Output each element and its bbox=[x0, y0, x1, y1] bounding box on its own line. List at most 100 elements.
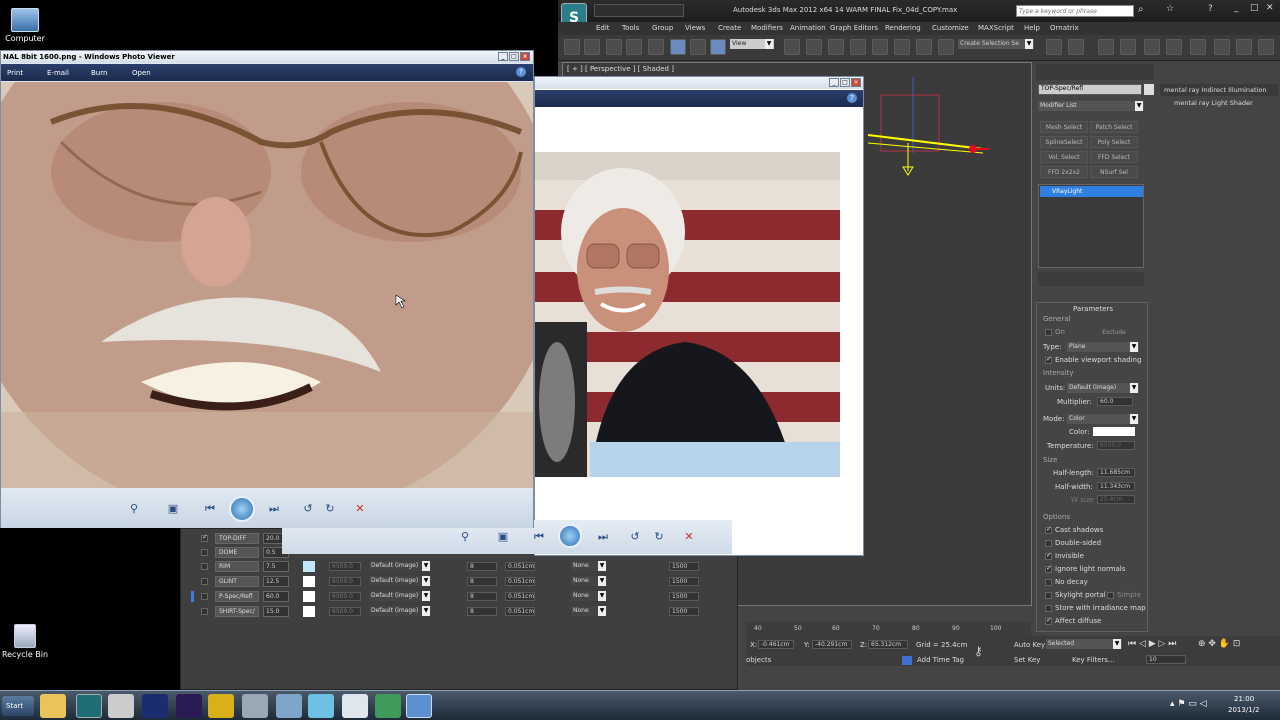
menu-animation[interactable]: Animation bbox=[790, 24, 826, 32]
actual-size-icon[interactable]: ▣ bbox=[496, 530, 510, 544]
select-icon[interactable] bbox=[606, 39, 622, 55]
render-icon[interactable] bbox=[1258, 39, 1274, 55]
region-select-icon[interactable] bbox=[626, 39, 642, 55]
layer-icon[interactable] bbox=[1098, 39, 1114, 55]
ignore-light-normals-checkbox[interactable] bbox=[1045, 564, 1052, 573]
menu-ornatrix[interactable]: Ornatrix bbox=[1050, 24, 1079, 32]
light-on-checkbox[interactable] bbox=[201, 563, 208, 570]
light-resolution[interactable]: 1500 bbox=[669, 562, 699, 571]
maximize-button[interactable]: □ bbox=[509, 52, 519, 61]
explorer-icon[interactable] bbox=[40, 694, 66, 718]
align-icon[interactable] bbox=[1068, 39, 1084, 55]
menu-email[interactable]: E-mail bbox=[47, 69, 69, 77]
light-units-dropdown[interactable]: Default (image) bbox=[369, 561, 431, 571]
light-name[interactable]: SHIRT-Spec/ bbox=[215, 606, 259, 617]
light-temperature[interactable]: 6500.0 bbox=[329, 592, 361, 601]
curve-editor-icon[interactable] bbox=[1144, 39, 1160, 55]
light-on-checkbox[interactable] bbox=[201, 578, 208, 585]
window-crossing-icon[interactable] bbox=[648, 39, 664, 55]
delete-icon[interactable]: ✕ bbox=[682, 530, 696, 544]
light-resolution[interactable]: 1500 bbox=[669, 607, 699, 616]
help-icon[interactable]: ? bbox=[1208, 4, 1213, 14]
next-icon[interactable]: ⏭ bbox=[596, 530, 610, 544]
light-color-swatch[interactable] bbox=[303, 561, 315, 572]
y-coordinate-field[interactable]: -40.291cm bbox=[812, 640, 852, 649]
mode-dropdown[interactable]: Color bbox=[1067, 414, 1139, 424]
schematic-view-icon[interactable] bbox=[1166, 39, 1182, 55]
maximize-button[interactable]: □ bbox=[840, 78, 850, 87]
photo-viewer-taskbar-icon[interactable] bbox=[406, 694, 432, 718]
light-resolution[interactable]: 1500 bbox=[669, 592, 699, 601]
light-temperature[interactable]: 6500.0 bbox=[329, 577, 361, 586]
render-setup-icon[interactable] bbox=[1214, 39, 1230, 55]
search-icon[interactable]: ⌕ bbox=[1138, 4, 1144, 15]
menu-tools[interactable]: Tools bbox=[622, 24, 639, 32]
time-slider-ruler[interactable]: 40 50 60 70 80 90 100 bbox=[746, 622, 1031, 636]
invisible-checkbox[interactable] bbox=[1045, 551, 1052, 560]
light-subdivs[interactable]: 8 bbox=[467, 592, 497, 601]
zoom-icon[interactable]: ⚲ bbox=[458, 530, 472, 544]
ffd-select-button[interactable]: FFD Select bbox=[1090, 151, 1138, 163]
light-name[interactable]: RIM bbox=[215, 561, 259, 572]
light-color-swatch[interactable] bbox=[303, 576, 315, 587]
light-bias[interactable]: 0.051cm bbox=[505, 577, 535, 586]
vol-select-button[interactable]: Vol. Select bbox=[1040, 151, 1088, 163]
light-row[interactable]: GLINT 12.5 6500.0 Default (image) 8 0.05… bbox=[189, 576, 729, 589]
affect-diffuse-checkbox[interactable] bbox=[1045, 616, 1052, 625]
edit-named-sets-icon[interactable] bbox=[938, 39, 954, 55]
nsurf-sel-button[interactable]: NSurf Sel bbox=[1090, 166, 1138, 178]
auto-key-button[interactable]: Auto Key bbox=[1014, 641, 1045, 649]
playback-controls[interactable]: ⏮ ◁ ▶ ▷ ⏭ bbox=[1128, 639, 1176, 649]
stack-item-vraylight[interactable]: VRayLight bbox=[1040, 186, 1143, 197]
material-editor-icon[interactable] bbox=[1190, 39, 1206, 55]
current-frame-field[interactable]: 10 bbox=[1146, 655, 1186, 664]
reference-coord-dropdown[interactable]: View bbox=[730, 39, 774, 49]
on-checkbox[interactable] bbox=[1045, 329, 1052, 336]
light-on-checkbox[interactable] bbox=[201, 593, 208, 600]
modifier-stack[interactable]: VRayLight bbox=[1038, 184, 1144, 268]
menu-print[interactable]: Print bbox=[7, 69, 23, 77]
light-resolution[interactable]: 1500 bbox=[669, 577, 699, 586]
light-units-dropdown[interactable]: Default (image) bbox=[369, 606, 431, 616]
calculator-icon[interactable] bbox=[276, 694, 302, 718]
menu-customize[interactable]: Customize bbox=[932, 24, 969, 32]
skylight-portal-checkbox[interactable] bbox=[1045, 592, 1052, 599]
star-icon[interactable]: ☆ bbox=[1166, 4, 1174, 14]
light-bias[interactable]: 0.051cm bbox=[505, 607, 535, 616]
minimize-button[interactable]: _ bbox=[498, 52, 508, 61]
help-icon[interactable]: ? bbox=[516, 67, 526, 77]
x-coordinate-field[interactable]: -0.461cm bbox=[758, 640, 794, 649]
light-multiplier[interactable]: 7.5 bbox=[263, 561, 289, 572]
poly-select-button[interactable]: Poly Select bbox=[1090, 136, 1138, 148]
light-on-checkbox[interactable] bbox=[201, 549, 208, 556]
start-button[interactable]: Start bbox=[2, 696, 34, 716]
half-width-spinner[interactable]: 11.343cm bbox=[1097, 482, 1135, 491]
simple-checkbox[interactable] bbox=[1107, 592, 1114, 599]
menu-modifiers[interactable]: Modifiers bbox=[751, 24, 783, 32]
stack-toolbar[interactable] bbox=[1038, 272, 1144, 286]
ffd-2x2x2-button[interactable]: FFD 2x2x2 bbox=[1040, 166, 1088, 178]
angle-snap-icon[interactable] bbox=[872, 39, 888, 55]
rendered-frame-icon[interactable] bbox=[1236, 39, 1252, 55]
light-multiplier[interactable]: 12.5 bbox=[263, 576, 289, 587]
temperature-spinner[interactable]: 6500.0 bbox=[1097, 441, 1135, 450]
slideshow-button[interactable] bbox=[229, 496, 255, 522]
scale-icon[interactable] bbox=[710, 39, 726, 55]
ribbon-icon[interactable] bbox=[1120, 39, 1136, 55]
light-shadow-dropdown[interactable]: None bbox=[571, 591, 607, 601]
menu-burn[interactable]: Burn bbox=[91, 69, 107, 77]
exclude-button[interactable]: Exclude bbox=[1099, 327, 1129, 339]
window-app-icon[interactable] bbox=[342, 694, 368, 718]
selected-dropdown[interactable]: Selected bbox=[1046, 639, 1122, 649]
previous-icon[interactable]: ⏮ bbox=[203, 502, 217, 516]
light-units-dropdown[interactable]: Default (image) bbox=[369, 591, 431, 601]
slideshow-button[interactable] bbox=[558, 524, 582, 548]
key-filters-button[interactable]: Key Filters... bbox=[1072, 656, 1115, 664]
rotate-right-icon[interactable]: ↻ bbox=[652, 530, 666, 544]
pv2-titlebar[interactable]: _ □ × bbox=[535, 77, 863, 89]
no-decay-checkbox[interactable] bbox=[1045, 579, 1052, 586]
color-swatch[interactable] bbox=[1093, 427, 1135, 436]
half-length-spinner[interactable]: 11.685cm bbox=[1097, 468, 1135, 477]
cast-shadows-checkbox[interactable] bbox=[1045, 525, 1052, 534]
spinner-snap-icon[interactable] bbox=[916, 39, 932, 55]
